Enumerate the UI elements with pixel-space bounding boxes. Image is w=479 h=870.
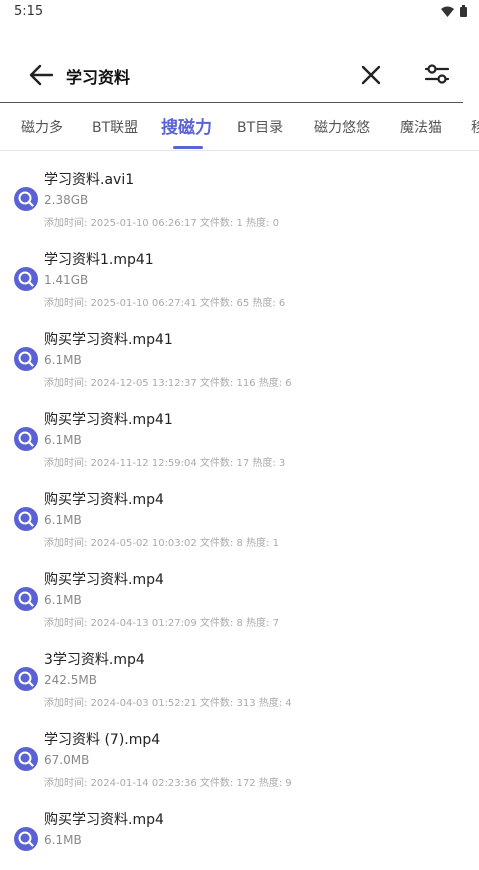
list-item[interactable]: 购买学习资料.mp4 6.1MB xyxy=(0,790,479,870)
status-time: 5:15 xyxy=(14,4,44,19)
item-name: 3学习资料.mp4 xyxy=(44,652,145,668)
magnet-search-icon xyxy=(14,507,38,531)
list-item[interactable]: 购买学习资料.mp41 6.1MB 添加时间: 2024-12-05 13:12… xyxy=(0,310,479,390)
filter-button[interactable] xyxy=(421,58,453,90)
tab-mofa-mao[interactable]: 魔法猫 xyxy=(400,104,442,150)
tab-sou-cili[interactable]: 搜磁力 xyxy=(161,104,212,150)
source-tabs: 磁力多 BT联盟 搜磁力 BT目录 磁力悠悠 魔法猫 移 xyxy=(0,104,479,151)
arrow-left-icon xyxy=(29,64,53,86)
item-name: 购买学习资料.mp4 xyxy=(44,492,164,508)
magnet-search-icon xyxy=(14,827,38,851)
magnet-search-icon xyxy=(14,587,38,611)
item-name: 购买学习资料.mp41 xyxy=(44,332,173,348)
list-item[interactable]: 购买学习资料.mp41 6.1MB 添加时间: 2024-11-12 12:59… xyxy=(0,390,479,470)
item-size: 242.5MB xyxy=(44,673,97,687)
item-meta: 添加时间: 2024-04-03 01:52:21 文件数: 313 热度: 4 xyxy=(44,698,292,709)
item-meta: 添加时间: 2025-01-10 06:27:41 文件数: 65 热度: 6 xyxy=(44,298,286,309)
list-item[interactable]: 购买学习资料.mp4 6.1MB 添加时间: 2024-05-02 10:03:… xyxy=(0,470,479,550)
item-name: 学习资料 (7).mp4 xyxy=(44,732,161,748)
list-item[interactable]: 3学习资料.mp4 242.5MB 添加时间: 2024-04-03 01:52… xyxy=(0,630,479,710)
status-bar: 5:15 xyxy=(0,0,479,24)
search-bar: 学习资料 xyxy=(0,44,479,104)
magnet-search-icon xyxy=(14,667,38,691)
item-meta: 添加时间: 2025-01-10 06:26:17 文件数: 1 热度: 0 xyxy=(44,218,279,229)
magnet-search-icon xyxy=(14,347,38,371)
item-size: 6.1MB xyxy=(44,353,82,367)
item-meta: 添加时间: 2024-05-02 10:03:02 文件数: 8 热度: 1 xyxy=(44,538,279,549)
back-button[interactable] xyxy=(26,60,56,90)
item-size: 67.0MB xyxy=(44,753,90,767)
item-meta: 添加时间: 2024-01-14 02:23:36 文件数: 172 热度: 9 xyxy=(44,778,292,789)
wifi-icon xyxy=(441,6,454,17)
item-meta: 添加时间: 2024-11-12 12:59:04 文件数: 17 热度: 3 xyxy=(44,458,286,469)
item-size: 6.1MB xyxy=(44,593,82,607)
item-size: 1.41GB xyxy=(44,273,89,287)
magnet-search-icon xyxy=(14,267,38,291)
tab-cili-youyou[interactable]: 磁力悠悠 xyxy=(314,104,370,150)
tab-bt-mulu[interactable]: BT目录 xyxy=(237,104,283,150)
item-name: 学习资料.avi1 xyxy=(44,172,135,188)
tab-cili-duo[interactable]: 磁力多 xyxy=(21,104,63,150)
item-name: 购买学习资料.mp4 xyxy=(44,572,164,588)
battery-icon xyxy=(460,5,467,17)
list-item[interactable]: 学习资料1.mp41 1.41GB 添加时间: 2025-01-10 06:27… xyxy=(0,230,479,310)
sliders-icon xyxy=(424,64,450,84)
item-size: 6.1MB xyxy=(44,513,82,527)
item-size: 6.1MB xyxy=(44,833,82,847)
magnet-search-icon xyxy=(14,747,38,771)
active-tab-indicator xyxy=(173,146,203,149)
list-item[interactable]: 学习资料 (7).mp4 67.0MB 添加时间: 2024-01-14 02:… xyxy=(0,710,479,790)
item-name: 学习资料1.mp41 xyxy=(44,252,154,268)
search-input[interactable]: 学习资料 xyxy=(66,64,130,88)
item-name: 购买学习资料.mp4 xyxy=(44,812,164,828)
item-name: 购买学习资料.mp41 xyxy=(44,412,173,428)
clear-button[interactable] xyxy=(356,60,386,90)
status-icons xyxy=(441,5,467,17)
list-item[interactable]: 学习资料.avi1 2.38GB 添加时间: 2025-01-10 06:26:… xyxy=(0,150,479,230)
item-size: 6.1MB xyxy=(44,433,82,447)
item-size: 2.38GB xyxy=(44,193,89,207)
item-meta: 添加时间: 2024-04-13 01:27:09 文件数: 8 热度: 7 xyxy=(44,618,279,629)
tab-more[interactable]: 移 xyxy=(471,104,479,150)
close-icon xyxy=(361,65,381,85)
list-item[interactable]: 购买学习资料.mp4 6.1MB 添加时间: 2024-04-13 01:27:… xyxy=(0,550,479,630)
magnet-search-icon xyxy=(14,427,38,451)
search-underline xyxy=(0,102,463,103)
tab-bt-lianmeng[interactable]: BT联盟 xyxy=(92,104,138,150)
magnet-search-icon xyxy=(14,187,38,211)
item-meta: 添加时间: 2024-12-05 13:12:37 文件数: 116 热度: 6 xyxy=(44,378,292,389)
